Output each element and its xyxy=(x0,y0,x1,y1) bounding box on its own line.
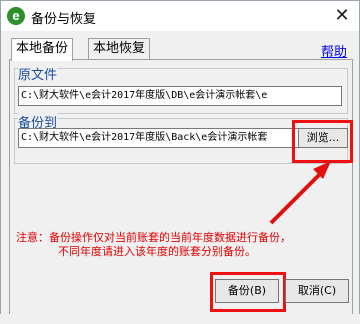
source-label: 原文件 xyxy=(18,64,58,83)
note-line-1: 注意：备份操作仅对当前账套的当前年度数据进行备份， xyxy=(16,231,291,244)
note-line-2: 不同年度请进入该年度的账套分别备份。 xyxy=(58,245,256,258)
browse-highlight-box xyxy=(292,120,353,163)
backup-restore-dialog: e 备份与恢复 ✕ 本地备份 本地恢复 帮助 原文件 C:\财大软件\e会计20… xyxy=(0,0,360,324)
cancel-button[interactable]: 取消(C) xyxy=(285,279,349,303)
backup-button[interactable]: 备份(B) xyxy=(215,279,279,303)
tab-local-backup[interactable]: 本地备份 xyxy=(11,38,74,61)
backup-path-field[interactable]: C:\财大软件\e会计2017年度版\Back\e会计演示帐套 xyxy=(18,128,300,148)
bottom-strip xyxy=(0,314,360,324)
tab-local-restore[interactable]: 本地恢复 xyxy=(88,38,151,59)
app-icon: e xyxy=(7,7,25,25)
source-path-field[interactable]: C:\财大软件\e会计2017年度版\DB\e会计演示帐套\e xyxy=(18,86,342,106)
window-title: 备份与恢复 xyxy=(31,12,97,27)
help-link[interactable]: 帮助 xyxy=(321,41,347,60)
close-button[interactable]: ✕ xyxy=(329,5,355,27)
title-bar: e 备份与恢复 ✕ xyxy=(1,1,359,31)
backup-panel: 原文件 C:\财大软件\e会计2017年度版\DB\e会计演示帐套\e 备份到 … xyxy=(9,59,353,315)
